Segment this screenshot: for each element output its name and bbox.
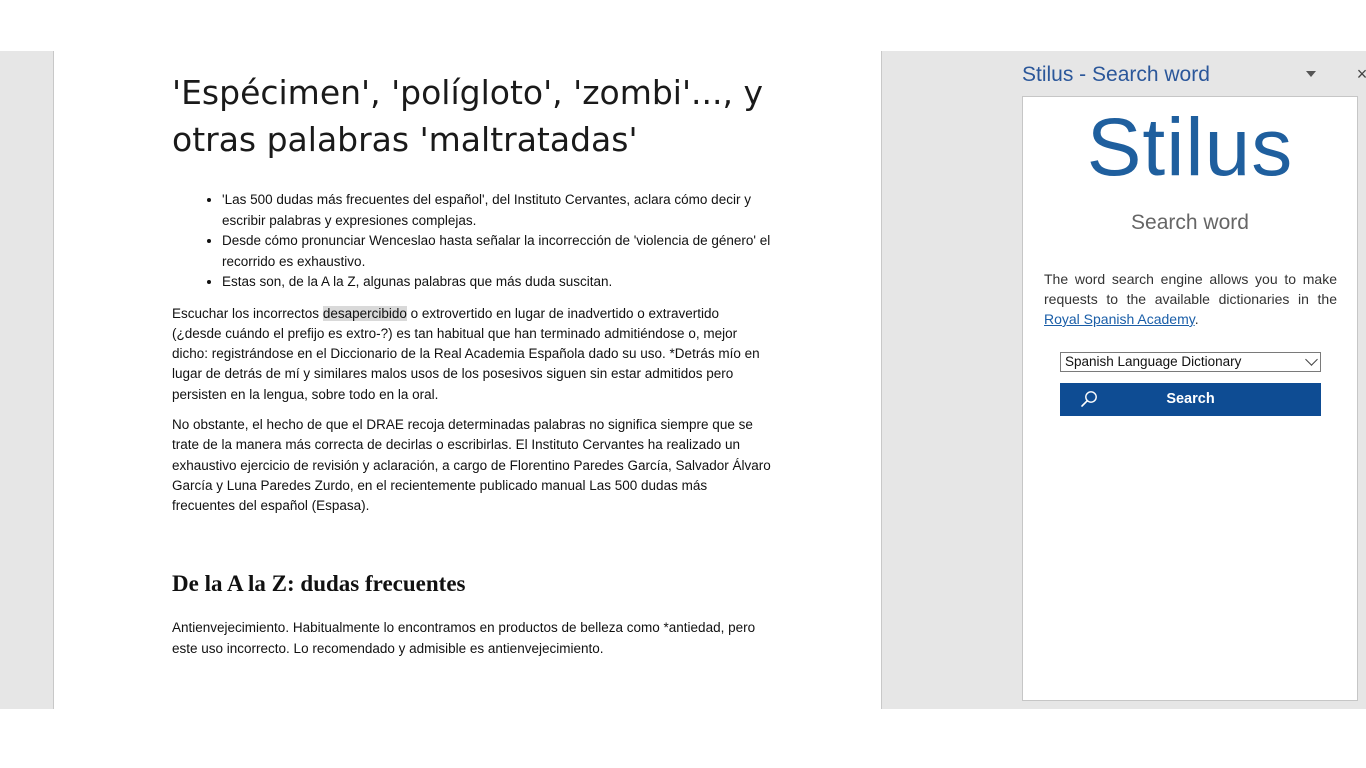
dictionary-selected-value: Spanish Language Dictionary <box>1065 354 1242 369</box>
paragraph[interactable]: Antienvejecimiento. Habitualmente lo enc… <box>172 618 772 659</box>
paragraph[interactable]: No obstante, el hecho de que el DRAE rec… <box>172 415 772 516</box>
pane-description: The word search engine allows you to mak… <box>1044 269 1337 329</box>
paragraph[interactable]: Escuchar los incorrectos desapercibido o… <box>172 304 772 405</box>
selected-word[interactable]: desapercibido <box>322 305 407 321</box>
bullet-item[interactable]: Desde cómo pronunciar Wenceslao hasta se… <box>222 231 772 272</box>
description-text: . <box>1194 311 1199 327</box>
section-heading[interactable]: De la A la Z: dudas frecuentes <box>172 569 772 599</box>
right-page-margin <box>881 51 1008 709</box>
royal-spanish-academy-link[interactable]: Royal Spanish Academy <box>1044 311 1195 327</box>
search-button[interactable]: Search <box>1060 383 1321 416</box>
description-text: The word search engine allows you to mak… <box>1044 271 1337 307</box>
dictionary-select[interactable]: Spanish Language Dictionary <box>1060 352 1321 372</box>
chevron-down-icon <box>1305 353 1318 366</box>
bullet-item[interactable]: 'Las 500 dudas más frecuentes del españo… <box>222 190 772 231</box>
top-blank-area <box>0 0 1366 51</box>
search-button-label: Search <box>1166 391 1215 407</box>
close-icon[interactable]: × <box>1354 63 1366 85</box>
document-content: 'Espécimen', 'polígloto', 'zombi'..., y … <box>172 69 772 659</box>
pane-subtitle: Search word <box>1131 211 1249 234</box>
paragraph-text: Escuchar los incorrectos <box>172 305 323 321</box>
document-title[interactable]: 'Espécimen', 'polígloto', 'zombi'..., y … <box>172 69 772 163</box>
bottom-blank-area <box>0 709 1366 768</box>
bullet-list: 'Las 500 dudas más frecuentes del españo… <box>172 190 772 293</box>
dropdown-triangle-icon[interactable] <box>1302 66 1320 84</box>
stilus-task-pane: Stilus - Search word × Stilus Search wor… <box>1008 51 1366 709</box>
pane-header: Stilus - Search word × <box>1022 61 1366 89</box>
bullet-item[interactable]: Estas son, de la A la Z, algunas palabra… <box>222 272 772 293</box>
pane-body: Stilus Search word The word search engin… <box>1022 96 1358 701</box>
magnifier-icon <box>1081 391 1097 407</box>
pane-title: Stilus - Search word <box>1022 63 1210 86</box>
left-page-margin <box>0 51 54 709</box>
stilus-logo: Stilus <box>1086 102 1294 193</box>
document-page[interactable]: 'Espécimen', 'polígloto', 'zombi'..., y … <box>54 51 881 709</box>
